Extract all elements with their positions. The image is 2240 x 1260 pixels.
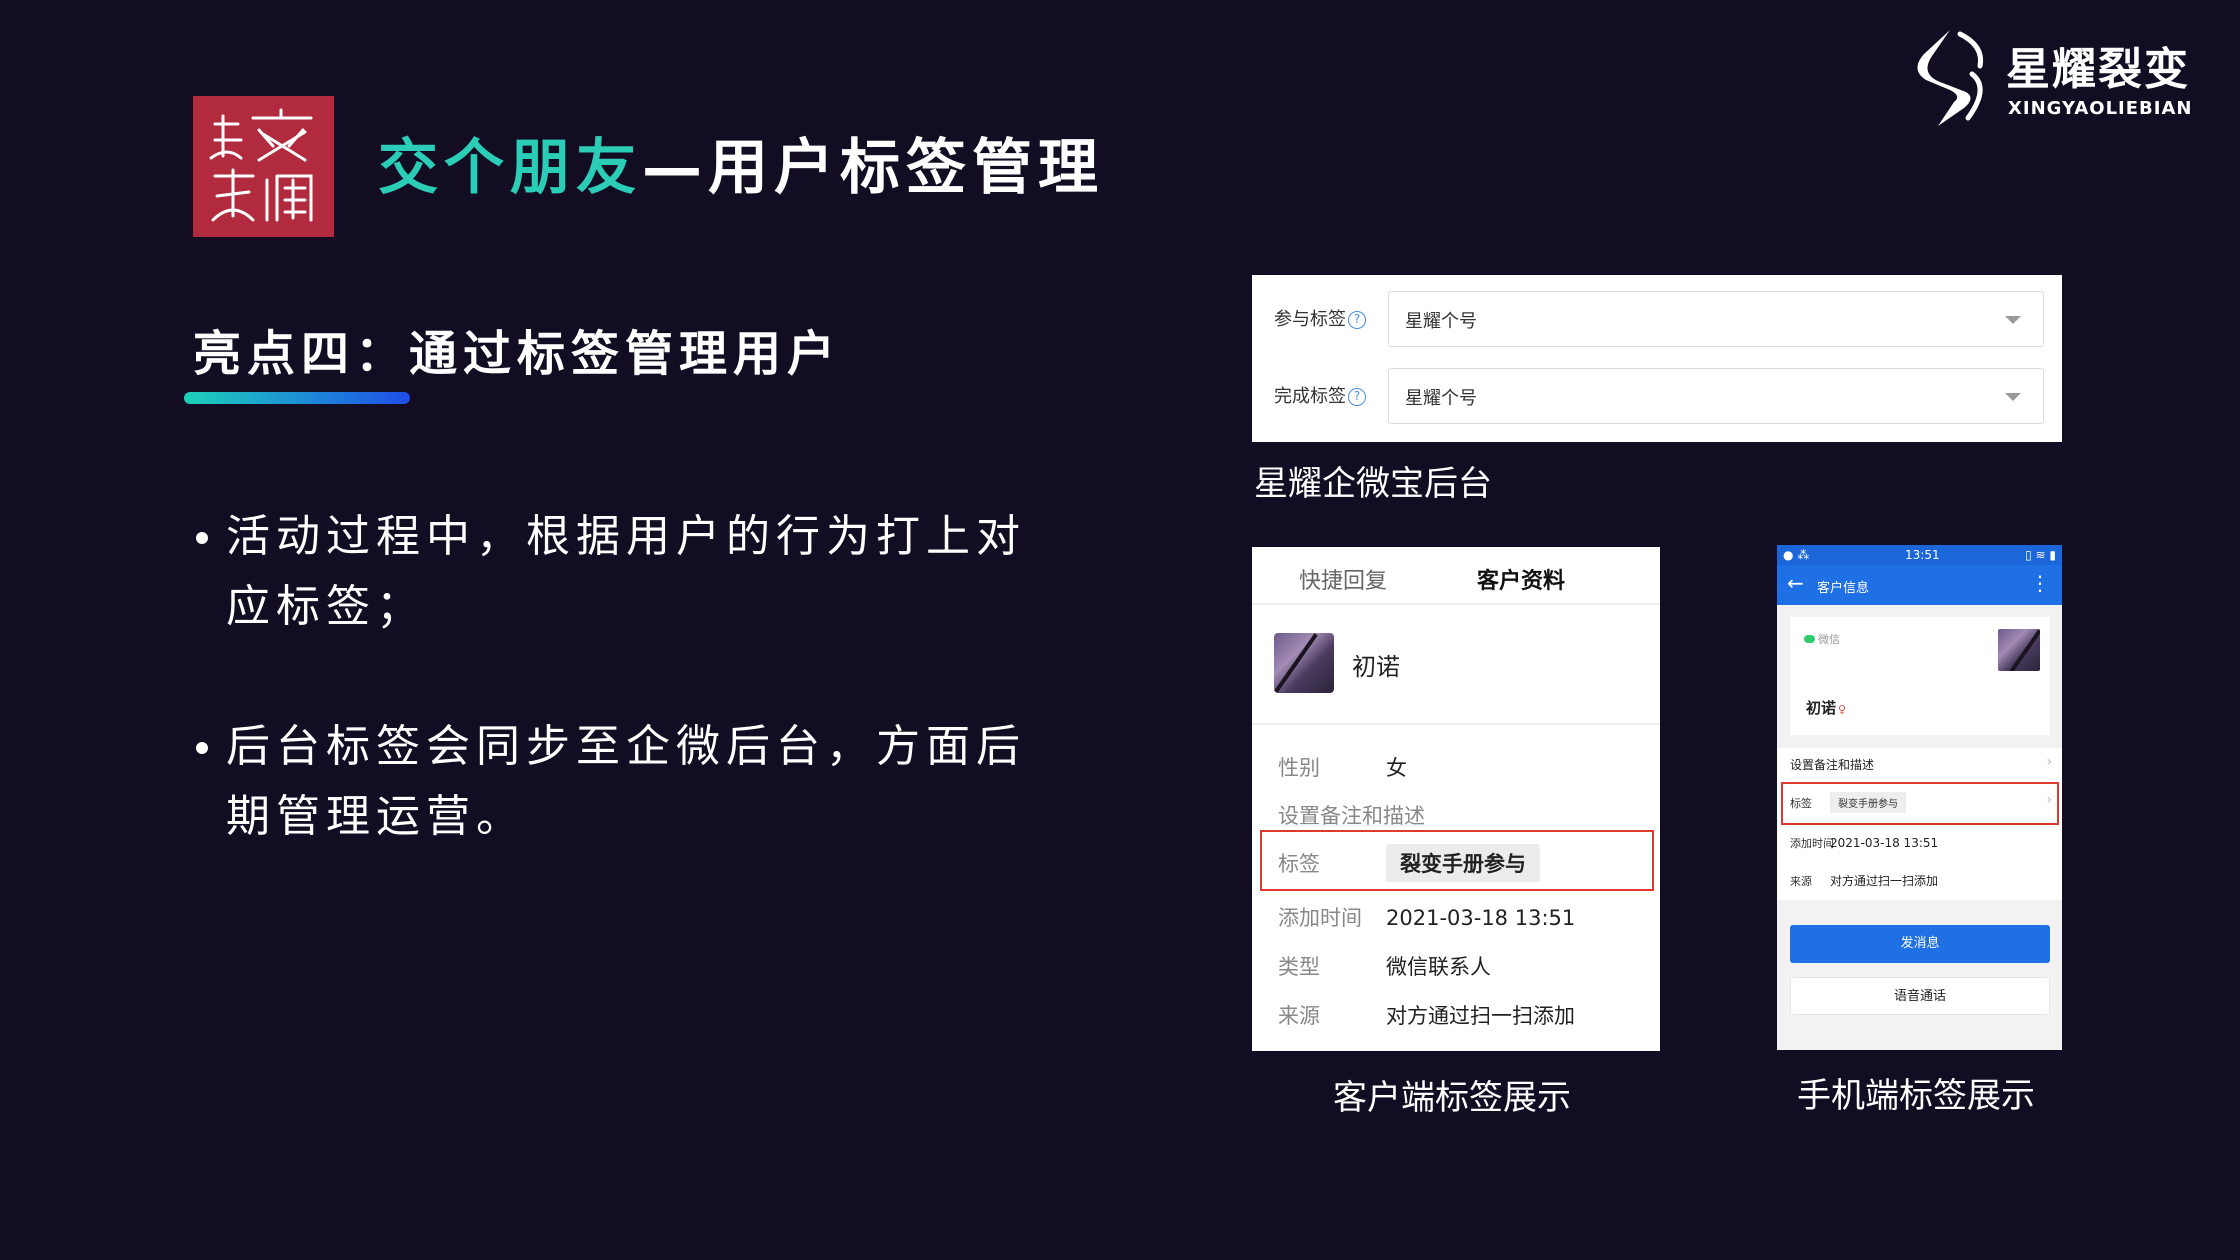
wechat-icon — [1804, 635, 1815, 643]
bullet-dot-icon — [196, 532, 208, 544]
mobile-source-value: 对方通过扫一扫添加 — [1830, 874, 1939, 888]
backend-caption: 星耀企微宝后台 — [1254, 464, 1492, 504]
chevron-down-icon — [2005, 316, 2021, 324]
brand-mark-icon — [1917, 30, 1984, 126]
remark-label: 设置备注和描述 — [1278, 804, 1425, 828]
gender-value: 女 — [1386, 756, 1407, 780]
heading-underline — [184, 392, 410, 404]
female-icon: ♀ — [1838, 703, 1847, 716]
mobile-time-value: 2021-03-18 13:51 — [1830, 836, 1939, 850]
send-message-button[interactable]: 发消息 — [1790, 925, 2050, 963]
wechat-source: 微信 — [1804, 631, 1840, 647]
mobile-time-row: 添加时间2021-03-18 13:51 — [1790, 836, 1938, 850]
chevron-down-icon — [2005, 393, 2021, 401]
mobile-client-panel: ● ⁂ 13:51 ▯ ≋ ▮ ← 客户信息 ⋮ 微信 初诺 ♀ 设置备注和描述 … — [1777, 545, 2062, 1050]
avatar — [1274, 633, 1334, 693]
question-circle-icon[interactable]: ? — [1348, 388, 1366, 406]
mobile-nav-title: 客户信息 — [1817, 581, 1870, 596]
complete-tag-row: 完成标签? 星耀个号 — [1252, 368, 2062, 424]
complete-tag-value: 星耀个号 — [1405, 388, 1477, 409]
join-tag-label: 参与标签? — [1274, 305, 1366, 331]
type-row: 类型 微信联系人 — [1278, 951, 1491, 981]
added-time-row: 添加时间 2021-03-18 13:51 — [1278, 902, 1575, 932]
question-circle-icon[interactable]: ? — [1348, 311, 1366, 329]
desktop-caption: 客户端标签展示 — [1333, 1078, 1571, 1118]
status-right-icons: ▯ ≋ ▮ — [2025, 548, 2056, 562]
brand-name-cn: 星耀裂变 — [2006, 44, 2190, 95]
slide-title: 交个朋友—用户标签管理 — [378, 128, 1104, 208]
section-heading: 亮点四：通过标签管理用户 — [193, 326, 842, 382]
bullet-item: 后台标签会同步至企微后台，方面后期管理运营。 — [196, 712, 1026, 852]
mobile-source-key: 来源 — [1790, 875, 1812, 888]
mobile-contact-card: 微信 初诺 ♀ — [1790, 617, 2050, 735]
divider — [1252, 603, 1660, 605]
added-time-value: 2021-03-18 13:51 — [1386, 906, 1576, 930]
bullet-text: 活动过程中，根据用户的行为打上对应标签； — [226, 511, 1026, 632]
source-value: 对方通过扫一扫添加 — [1386, 1004, 1575, 1028]
bullet-item: 活动过程中，根据用户的行为打上对应标签； — [196, 502, 1026, 642]
bullet-text: 后台标签会同步至企微后台，方面后期管理运营。 — [226, 721, 1026, 842]
source-row: 来源 对方通过扫一扫添加 — [1278, 1000, 1575, 1030]
mobile-remark-label: 设置备注和描述 — [1790, 758, 1875, 772]
gender-row: 性别 女 — [1278, 752, 1407, 782]
slide-title-rest: —用户标签管理 — [642, 133, 1104, 203]
desktop-client-panel: 快捷回复 客户资料 初诺 性别女 设置备注和描述 标签 裂变手册参与 添加时间 20… — [1252, 547, 1660, 1051]
complete-tag-select[interactable]: 星耀个号 — [1388, 368, 2044, 424]
added-time-key: 添加时间 — [1278, 906, 1362, 930]
mobile-source-row: 来源 对方通过扫一扫添加 — [1790, 872, 1938, 889]
mobile-contact-name: 初诺 ♀ — [1806, 699, 1847, 717]
mobile-remark-row[interactable]: 设置备注和描述 — [1790, 756, 1874, 773]
event-logo — [193, 96, 334, 237]
brand-name-en: XINGYAOLIEBIAN — [2008, 98, 2193, 119]
back-arrow-icon[interactable]: ← — [1787, 571, 1804, 595]
mobile-time-key: 添加时间 — [1790, 837, 1834, 850]
chevron-right-icon: › — [2046, 754, 2052, 770]
divider — [1252, 723, 1660, 725]
contact-name: 初诺 — [1352, 653, 1400, 681]
tag-highlight-box — [1260, 830, 1654, 891]
backend-tag-settings-panel: 参与标签? 星耀个号 完成标签? 星耀个号 — [1252, 275, 2062, 442]
join-tag-select[interactable]: 星耀个号 — [1388, 291, 2044, 347]
slide-title-accent: 交个朋友 — [378, 133, 642, 203]
voice-call-button[interactable]: 语音通话 — [1790, 977, 2050, 1015]
brand-logo: 星耀裂变 XINGYAOLIEBIAN — [1910, 26, 2193, 136]
remark-link[interactable]: 设置备注和描述 — [1278, 800, 1425, 830]
more-vertical-icon[interactable]: ⋮ — [2030, 571, 2050, 595]
type-value: 微信联系人 — [1386, 955, 1491, 979]
status-time: 13:51 — [1905, 548, 1940, 562]
mobile-tag-highlight-box — [1781, 782, 2059, 825]
mobile-caption: 手机端标签展示 — [1797, 1076, 2035, 1116]
source-key: 来源 — [1278, 1004, 1320, 1028]
event-logo-glyph-art — [209, 108, 313, 222]
bullet-dot-icon — [196, 742, 208, 754]
avatar — [1998, 629, 2040, 671]
type-key: 类型 — [1278, 955, 1320, 979]
status-bar: ● ⁂ 13:51 ▯ ≋ ▮ — [1777, 545, 2062, 565]
status-left-icons: ● ⁂ — [1783, 548, 1810, 562]
join-tag-value: 星耀个号 — [1405, 311, 1477, 332]
tab-customer-profile[interactable]: 客户资料 — [1477, 563, 1565, 595]
tab-quick-reply[interactable]: 快捷回复 — [1299, 563, 1387, 595]
complete-tag-label: 完成标签? — [1274, 382, 1366, 408]
gender-key: 性别 — [1278, 756, 1320, 780]
mobile-nav-bar: ← 客户信息 ⋮ — [1777, 565, 2062, 605]
join-tag-row: 参与标签? 星耀个号 — [1252, 291, 2062, 347]
